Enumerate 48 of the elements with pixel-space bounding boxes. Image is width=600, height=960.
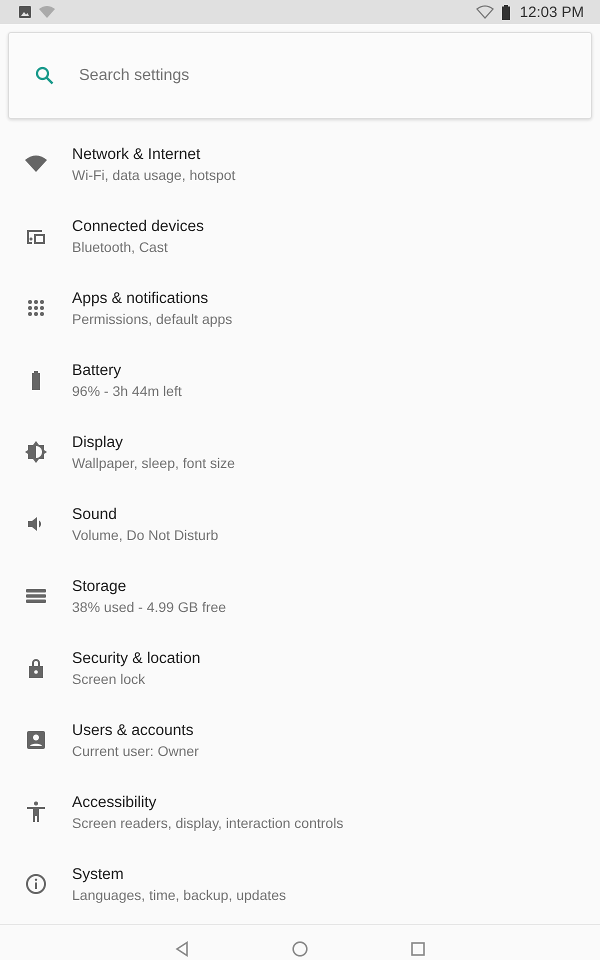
settings-item[interactable]: Network & Internet Wi-Fi, data usage, hotspot [0,128,600,200]
settings-item[interactable]: Storage 38% used - 4.99 GB free [0,560,600,632]
item-summary: Current user: Owner [72,742,199,758]
item-title: Apps & notifications [72,290,210,308]
item-summary: Wi-Fi, data usage, hotspot [72,166,236,182]
settings-item[interactable]: Sound Volume, Do Not Disturb [0,488,600,560]
item-title: System [72,866,125,884]
item-summary: Wallpaper, sleep, font size [72,454,235,470]
accessibility-icon [24,800,48,824]
search-field[interactable]: Search settings [77,54,591,96]
item-summary: Screen readers, display, interaction controls [72,814,344,830]
search-bar[interactable]: Search settings [8,32,592,119]
item-summary: Permissions, default apps [72,310,232,326]
search-icon [35,66,55,86]
brightness-icon [24,440,48,464]
settings-item[interactable]: Battery 96% - 3h 44m left [0,344,600,416]
battery-icon [502,4,510,20]
item-title: Security & location [72,650,200,668]
home-icon[interactable] [292,941,308,957]
back-icon[interactable] [175,941,189,957]
clock: 12:03 PM [520,4,584,20]
account-icon [24,728,48,752]
item-summary: 38% used - 4.99 GB free [72,598,226,614]
settings-item[interactable]: System Languages, time, backup, updates [0,848,600,920]
settings-item[interactable]: Accessibility Screen readers, display, interaction controls [0,776,600,848]
item-summary: Languages, time, backup, updates [72,886,286,902]
item-summary: Volume, Do Not Disturb [72,526,218,542]
recents-icon[interactable] [411,942,425,956]
settings-item[interactable]: Users & accounts Current user: Owner [0,704,600,776]
settings-item[interactable]: Apps & notifications Permissions, default apps [0,272,600,344]
item-title: Display [72,434,124,452]
settings-item[interactable]: Security & location Screen lock [0,632,600,704]
item-summary: 96% - 3h 44m left [72,382,182,398]
item-title: Connected devices [72,218,204,236]
wifi-icon [476,5,494,19]
item-summary: Bluetooth, Cast [72,238,169,254]
item-title: Accessibility [72,794,158,812]
item-title: Network & Internet [72,146,202,164]
wifi-question-icon [39,5,57,19]
item-title: Storage [72,578,128,596]
image-icon [19,6,31,18]
item-title: Sound [72,506,118,524]
item-title: Users & accounts [72,722,194,740]
item-title: Battery [72,362,122,380]
settings-item[interactable]: Connected devices Bluetooth, Cast [0,200,600,272]
info-icon [24,872,48,896]
item-summary: Screen lock [72,670,146,686]
settings-item[interactable]: Display Wallpaper, sleep, font size [0,416,600,488]
